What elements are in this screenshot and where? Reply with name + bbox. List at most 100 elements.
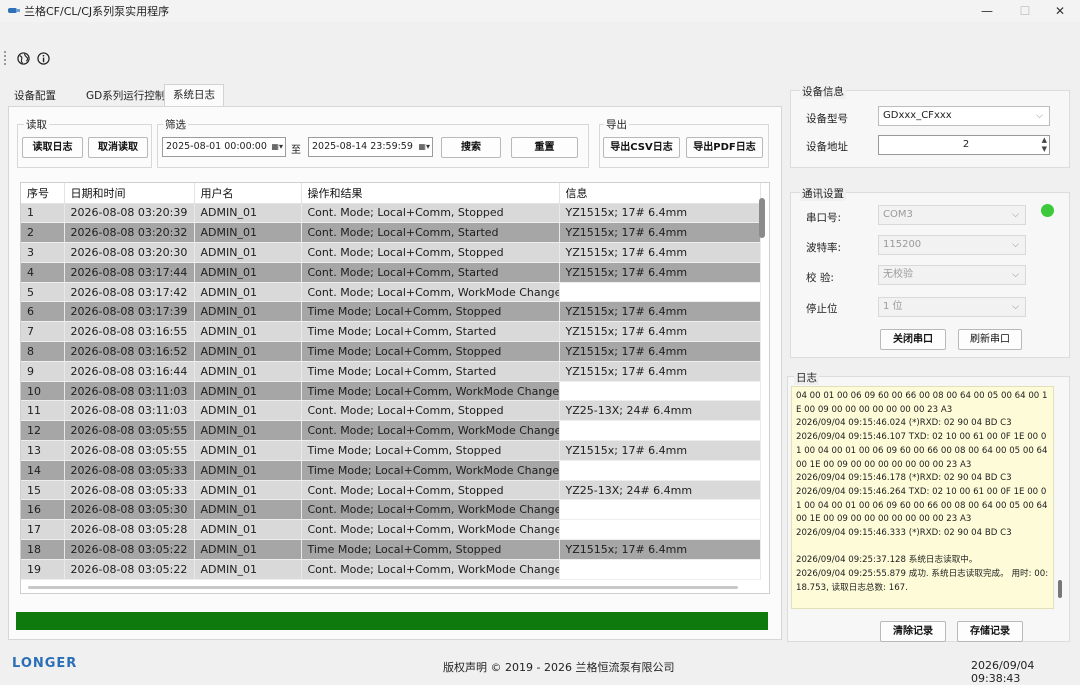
progress-bar [16,612,768,630]
cell-info: YZ1515x; 17# 6.4mm [559,361,761,382]
column-header-index[interactable]: 序号 [21,183,65,204]
start-date-input[interactable]: 2025-08-01 00:00:00 ▦▾ [162,137,286,157]
parity-select[interactable]: 无校验 ⌵ [878,265,1026,285]
close-port-button[interactable]: 关闭串口 [880,329,946,350]
log-line: 2026/09/04 09:15:46.024 (*)RXD: 02 90 04… [796,418,1012,429]
device-model-select[interactable]: GDxxx_CFxxx ⌵ [878,106,1050,126]
calendar-dropdown-icon[interactable]: ▦▾ [418,138,430,156]
cell-datetime: 2026-08-08 03:05:33 [64,460,195,481]
table-row[interactable]: 4 2026-08-08 03:17:44 ADMIN_01 Cont. Mode; … [21,262,761,283]
table-row[interactable]: 17 2026-08-08 03:05:28 ADMIN_01 Cont. Mode;… [21,519,761,541]
cell-username: ADMIN_01 [194,400,302,422]
table-row[interactable]: 2 2026-08-08 03:20:32 ADMIN_01 Cont. Mode; … [21,222,761,244]
device-address-stepper[interactable]: 2 ▲ ▼ [878,135,1050,155]
info-icon[interactable] [37,52,50,65]
export-pdf-button[interactable]: 导出PDF日志 [686,137,763,158]
clear-log-button[interactable]: 清除记录 [880,621,946,642]
serial-port-label: 串口号: [806,212,842,224]
baud-rate-value: 115200 [883,239,922,250]
table-row[interactable]: 3 2026-08-08 03:20:30 ADMIN_01 Cont. Mode; … [21,242,761,263]
toolbar-grip[interactable] [4,51,7,65]
table-row[interactable]: 19 2026-08-08 03:05:22 ADMIN_01 Cont. Mode;… [21,559,761,580]
cell-info: YZ1515x; 17# 6.4mm [559,440,761,461]
log-table-container[interactable]: 序号 日期和时间 用户名 操作和结果 信息 1 2026-08-08 03:20:… [20,182,770,594]
cell-username: ADMIN_01 [194,301,302,323]
table-row[interactable]: 13 2026-08-08 03:05:55 ADMIN_01 Time Mode; … [21,440,761,461]
cell-index: 6 [21,301,65,323]
cell-index: 4 [21,262,65,283]
table-row[interactable]: 18 2026-08-08 03:05:22 ADMIN_01 Time Mode; … [21,539,761,560]
to-label: 至 [291,145,301,156]
read-log-button[interactable]: 读取日志 [22,137,83,158]
cancel-read-button[interactable]: 取消读取 [88,137,148,158]
chevron-down-icon: ⌵ [1012,210,1019,220]
tab-system-log[interactable]: 系统日志 [164,84,224,107]
table-row[interactable]: 7 2026-08-08 03:16:55 ADMIN_01 Time Mode; L… [21,321,761,343]
cell-username: ADMIN_01 [194,242,302,263]
cell-username: ADMIN_01 [194,539,302,560]
cell-username: ADMIN_01 [194,341,302,362]
stop-bits-select[interactable]: 1 位 ⌵ [878,297,1026,317]
cell-operation: Cont. Mode; Local+Comm, WorkMode Change [301,559,560,580]
tab-device-config[interactable]: 设备配置 [6,86,64,106]
calendar-dropdown-icon[interactable]: ▦▾ [271,138,283,156]
cell-datetime: 2026-08-08 03:16:44 [64,361,195,382]
connection-status-indicator [1041,204,1054,217]
device-info-title: 设备信息 [800,84,846,99]
log-table: 序号 日期和时间 用户名 操作和结果 信息 1 2026-08-08 03:20:… [21,183,761,580]
serial-port-value: COM3 [883,209,913,220]
cell-info: YZ1515x; 17# 6.4mm [559,341,761,362]
column-header-datetime[interactable]: 日期和时间 [64,183,195,204]
tab-gd-control[interactable]: GD系列运行控制 [78,86,173,106]
table-row[interactable]: 14 2026-08-08 03:05:33 ADMIN_01 Time Mode; … [21,460,761,481]
table-horizontal-scrollbar[interactable] [28,586,738,589]
cell-datetime: 2026-08-08 03:05:30 [64,499,195,521]
save-log-button[interactable]: 存储记录 [957,621,1023,642]
cell-info [559,460,761,481]
status-clock: 2026/09/04 09:38:43 [971,659,1035,685]
table-row[interactable]: 1 2026-08-08 03:20:39 ADMIN_01 Cont. Mode; … [21,203,761,224]
stepper-arrows-icon[interactable]: ▲ ▼ [1042,136,1047,154]
cell-username: ADMIN_01 [194,420,302,442]
export-csv-button[interactable]: 导出CSV日志 [603,137,680,158]
cell-index: 9 [21,361,65,382]
close-button[interactable]: ✕ [1041,0,1079,22]
table-row[interactable]: 6 2026-08-08 03:17:39 ADMIN_01 Time Mode; L… [21,301,761,323]
table-row[interactable]: 9 2026-08-08 03:16:44 ADMIN_01 Time Mode; L… [21,361,761,382]
maximize-button[interactable]: ☐ [1006,0,1044,22]
log-scrollbar[interactable] [1058,580,1062,598]
table-row[interactable]: 16 2026-08-08 03:05:30 ADMIN_01 Cont. Mode;… [21,499,761,521]
table-row[interactable]: 5 2026-08-08 03:17:42 ADMIN_01 Cont. Mode; … [21,282,761,303]
cell-datetime: 2026-08-08 03:05:55 [64,420,195,442]
log-output[interactable]: 04 00 01 00 06 09 60 00 66 00 08 00 64 0… [791,386,1054,609]
baud-rate-select[interactable]: 115200 ⌵ [878,235,1026,255]
window-title: 兰格CF/CL/CJ系列泵实用程序 [24,5,170,18]
chevron-down-icon: ⌵ [1012,240,1019,250]
table-row[interactable]: 8 2026-08-08 03:16:52 ADMIN_01 Time Mode; L… [21,341,761,362]
column-header-info[interactable]: 信息 [559,183,761,204]
end-date-input[interactable]: 2025-08-14 23:59:59 ▦▾ [308,137,433,157]
cell-datetime: 2026-08-08 03:20:32 [64,222,195,244]
comm-settings-title: 通讯设置 [800,186,846,201]
search-button[interactable]: 搜索 [441,137,501,158]
serial-port-select[interactable]: COM3 ⌵ [878,205,1026,225]
column-header-username[interactable]: 用户名 [194,183,302,204]
globe-icon[interactable] [17,52,30,65]
refresh-port-button[interactable]: 刷新串口 [958,329,1022,350]
table-row[interactable]: 11 2026-08-08 03:11:03 ADMIN_01 Cont. Mode;… [21,400,761,422]
cell-datetime: 2026-08-08 03:05:55 [64,440,195,461]
cell-index: 12 [21,420,65,442]
progress-track [16,612,768,630]
table-row[interactable]: 15 2026-08-08 03:05:33 ADMIN_01 Cont. Mode;… [21,480,761,501]
minimize-button[interactable]: — [968,0,1006,22]
table-vertical-scrollbar[interactable] [759,198,765,238]
log-line: 2026/09/04 09:15:46.264 TXD: 02 10 00 61… [796,486,1051,525]
table-row[interactable]: 10 2026-08-08 03:11:03 ADMIN_01 Time Mode; … [21,381,761,402]
column-header-operation[interactable]: 操作和结果 [301,183,560,204]
read-group-title: 读取 [24,117,49,132]
table-row[interactable]: 12 2026-08-08 03:05:55 ADMIN_01 Cont. Mode;… [21,420,761,442]
reset-button[interactable]: 重置 [511,137,578,158]
cell-info: YZ1515x; 17# 6.4mm [559,321,761,343]
cell-datetime: 2026-08-08 03:17:44 [64,262,195,283]
start-date-value: 2025-08-01 00:00:00 [166,141,267,152]
